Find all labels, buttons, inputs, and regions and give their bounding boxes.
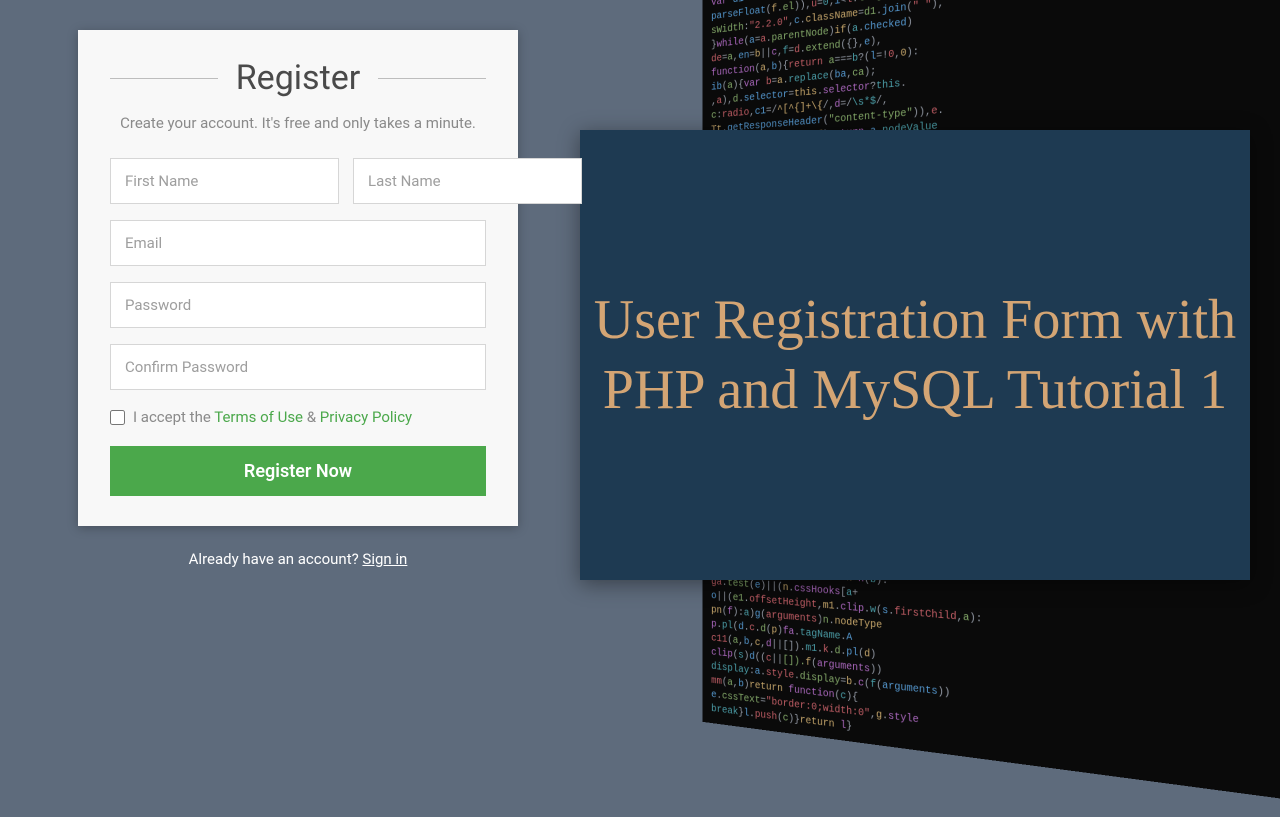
title-card: User Registration Form with PHP and MySQ… <box>580 130 1250 580</box>
form-heading: Register <box>110 58 486 98</box>
register-button[interactable]: Register Now <box>110 446 486 496</box>
signin-row: Already have an account? Sign in <box>78 550 518 568</box>
signin-link[interactable]: Sign in <box>362 550 407 568</box>
signin-prefix: Already have an account? <box>189 550 363 568</box>
confirm-password-field[interactable] <box>110 344 486 390</box>
terms-link[interactable]: Terms of Use <box>214 408 303 426</box>
register-form-card: Register Create your account. It's free … <box>78 30 518 526</box>
email-field[interactable] <box>110 220 486 266</box>
tutorial-title: User Registration Form with PHP and MySQ… <box>580 285 1250 425</box>
terms-text: I accept the Terms of Use & Privacy Poli… <box>133 408 412 426</box>
terms-row[interactable]: I accept the Terms of Use & Privacy Poli… <box>110 408 486 426</box>
password-field[interactable] <box>110 282 486 328</box>
form-subtitle: Create your account. It's free and only … <box>110 114 486 132</box>
privacy-link[interactable]: Privacy Policy <box>320 408 412 426</box>
terms-checkbox[interactable] <box>110 410 125 425</box>
first-name-field[interactable] <box>110 158 339 204</box>
last-name-field[interactable] <box>353 158 582 204</box>
